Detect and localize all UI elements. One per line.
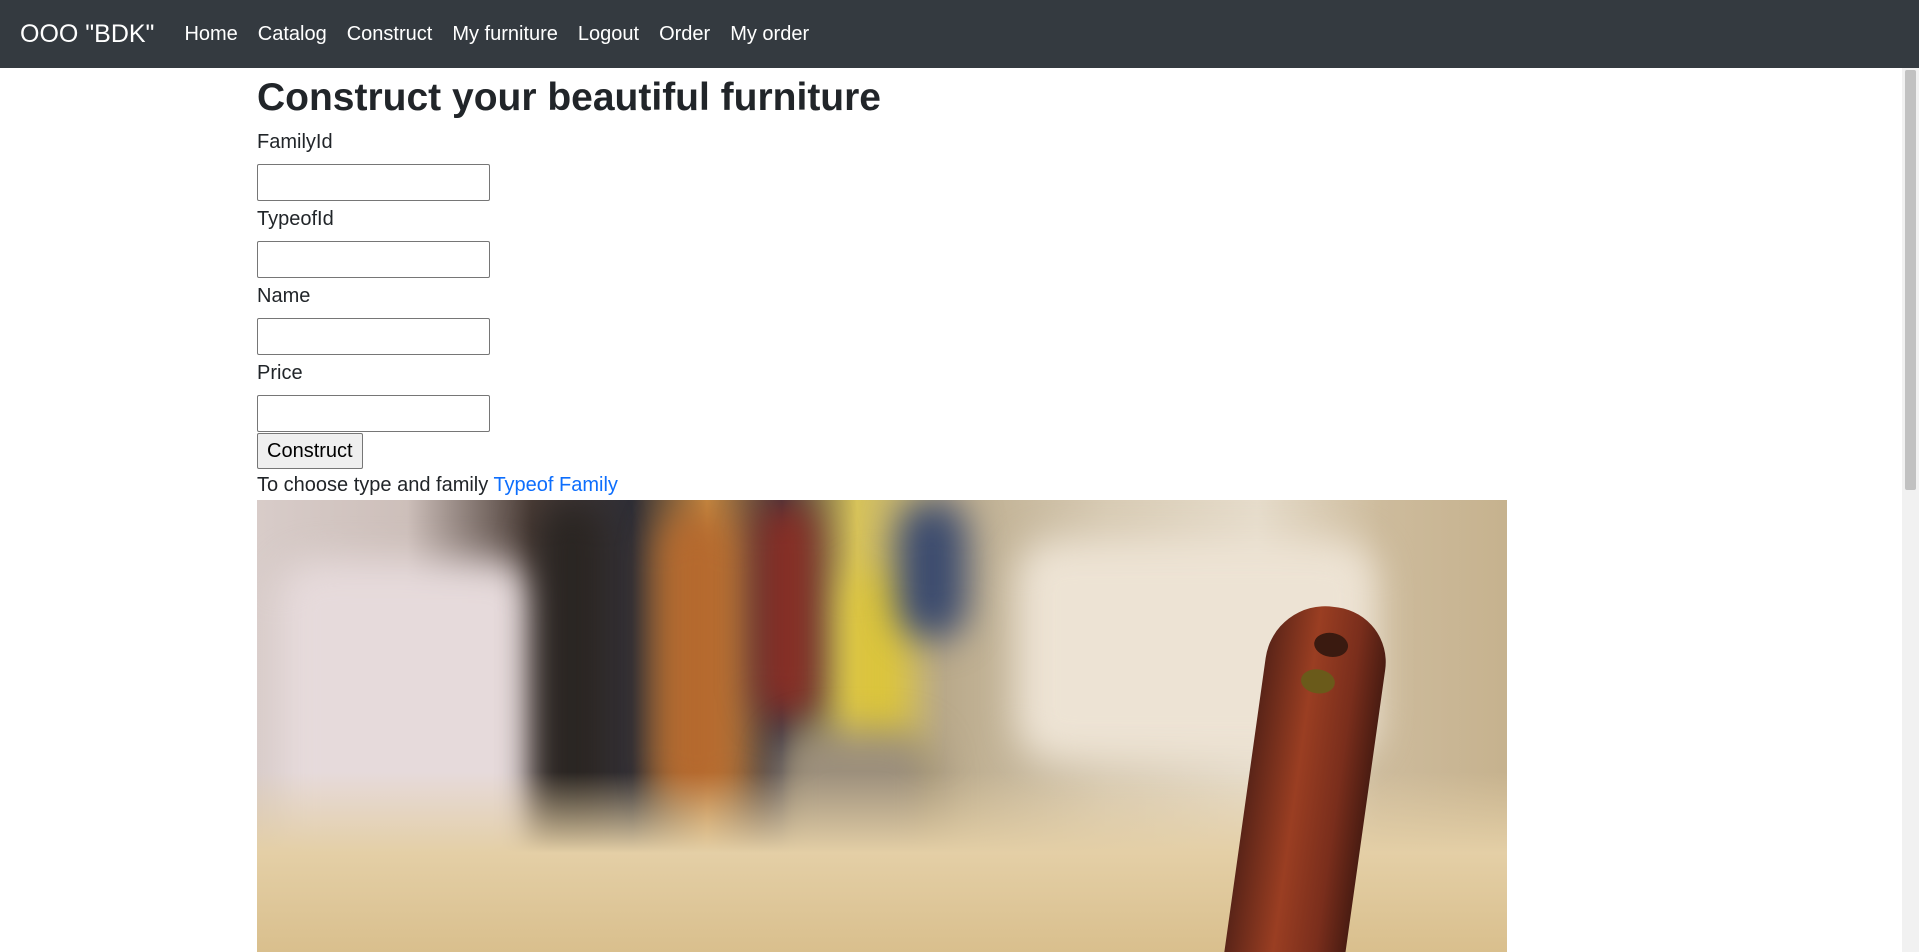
nav-link-my-order[interactable]: My order — [730, 23, 809, 46]
construct-button[interactable]: Construct — [257, 433, 363, 469]
typeof-id-input[interactable] — [257, 241, 490, 278]
type-family-hint: To choose type and family Typeof Family — [257, 471, 1507, 499]
page-title: Construct your beautiful furniture — [257, 76, 881, 119]
scrollbar-thumb[interactable] — [1905, 70, 1916, 490]
typeof-family-link[interactable]: Typeof Family — [493, 474, 617, 496]
photo-blur-tool-blue — [897, 500, 967, 640]
photo-handle-hole-top — [1312, 630, 1350, 660]
brand-link[interactable]: OOO "BDK" — [20, 20, 154, 49]
furniture-photo — [257, 500, 1507, 952]
typeof-id-label: TypeofId — [257, 208, 334, 230]
price-label: Price — [257, 362, 303, 384]
page-scrollbar[interactable] — [1902, 68, 1919, 952]
name-input[interactable] — [257, 318, 490, 355]
nav-link-catalog[interactable]: Catalog — [258, 23, 327, 46]
photo-blur-tool-red — [757, 500, 817, 720]
family-id-label: FamilyId — [257, 131, 333, 153]
photo-blur-tool-orange — [657, 510, 737, 810]
hint-text: To choose type and family — [257, 474, 494, 496]
nav-link-construct[interactable]: Construct — [347, 23, 433, 46]
nav-link-logout[interactable]: Logout — [578, 23, 639, 46]
nav-link-order[interactable]: Order — [659, 23, 710, 46]
construct-form: FamilyId TypeofId Name Price Construct — [257, 130, 1507, 469]
nav-links: Home Catalog Construct My furniture Logo… — [184, 23, 829, 46]
name-label: Name — [257, 285, 311, 307]
browser-viewport: OOO "BDK" Home Catalog Construct My furn… — [0, 0, 1919, 952]
family-id-input[interactable] — [257, 164, 490, 201]
nav-link-home[interactable]: Home — [184, 23, 237, 46]
nav-link-my-furniture[interactable]: My furniture — [452, 23, 558, 46]
main-content: Construct your beautiful furniture Famil… — [257, 68, 1507, 499]
price-input[interactable] — [257, 395, 490, 432]
photo-handle-hole-bottom — [1299, 667, 1337, 696]
top-navbar: OOO "BDK" Home Catalog Construct My furn… — [0, 0, 1919, 68]
